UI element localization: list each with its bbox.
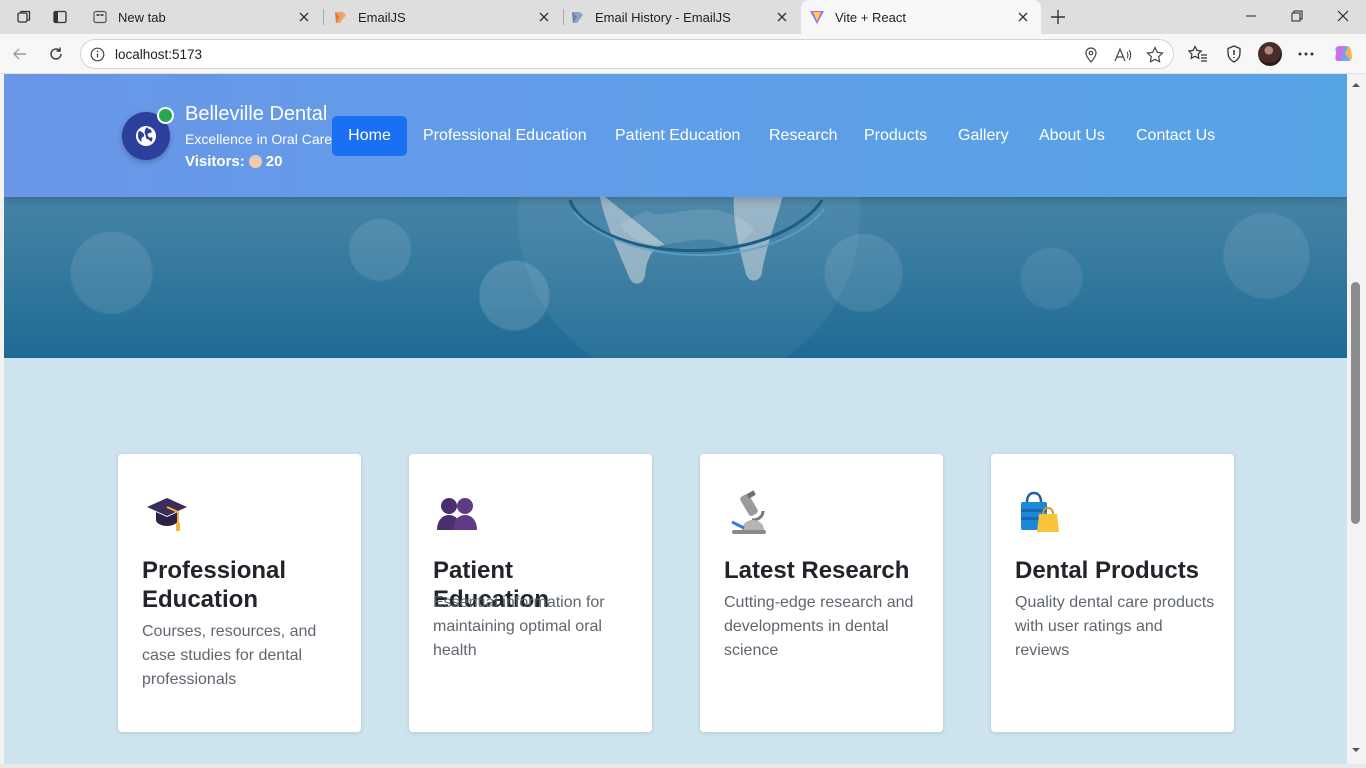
restore-button[interactable] xyxy=(1274,0,1320,32)
brand-tagline: Excellence in Oral Care xyxy=(185,131,333,147)
nav-contact-us[interactable]: Contact Us xyxy=(1136,116,1215,156)
feature-card-dental-products[interactable]: Dental Products Quality dental care prod… xyxy=(991,454,1234,732)
nav-label[interactable]: Research xyxy=(769,127,837,145)
minimize-button[interactable] xyxy=(1228,0,1274,32)
nav-label[interactable]: Professional Education xyxy=(423,127,587,145)
scroll-up-arrow-icon[interactable] xyxy=(1351,80,1361,90)
profile-avatar[interactable] xyxy=(1258,42,1282,66)
nav-label[interactable]: Home xyxy=(348,127,391,145)
visitors-count: 20 xyxy=(265,153,283,170)
tab-emailjs[interactable]: EmailJS xyxy=(324,0,562,34)
emailjs-icon xyxy=(332,9,348,25)
nav-label[interactable]: Patient Education xyxy=(615,127,740,145)
card-title: Professional Education xyxy=(142,557,287,613)
refresh-button[interactable] xyxy=(43,41,69,67)
site-header: Belleville Dental Excellence in Oral Car… xyxy=(4,74,1347,197)
feature-card-professional-education[interactable]: Professional Education Courses, resource… xyxy=(118,454,361,732)
vite-icon xyxy=(809,9,825,25)
scroll-down-arrow-icon[interactable] xyxy=(1351,745,1361,755)
shopping-bags-icon xyxy=(1021,491,1059,532)
visitors-label: Visitors: xyxy=(185,153,245,170)
card-description: Essential information for maintaining op… xyxy=(433,594,605,659)
tab-title: Email History - EmailJS xyxy=(595,9,731,25)
favorites-icon[interactable] xyxy=(1188,44,1208,64)
new-tab-icon xyxy=(92,9,108,25)
page-viewport: Belleville Dental Excellence in Oral Car… xyxy=(4,74,1347,764)
nav-label[interactable]: Contact Us xyxy=(1136,127,1215,145)
close-window-button[interactable] xyxy=(1320,0,1366,32)
nav-research[interactable]: Research xyxy=(769,116,837,156)
feature-card-patient-education[interactable]: Patient Education Essential information … xyxy=(409,454,652,732)
card-title: Dental Products xyxy=(1015,557,1200,584)
visitor-face-icon xyxy=(248,155,262,168)
browser-toolbar: localhost:5173 xyxy=(0,34,1366,74)
workspaces-icon[interactable] xyxy=(11,4,37,30)
nav-home[interactable]: Home xyxy=(332,116,407,156)
online-status-dot xyxy=(157,107,174,124)
globe-icon xyxy=(136,126,156,146)
feature-card-latest-research[interactable]: Latest Research Cutting-edge research an… xyxy=(700,454,943,732)
page-scrollbar[interactable] xyxy=(1347,74,1366,764)
tab-vite-react[interactable]: Vite + React xyxy=(801,0,1041,34)
tab-title: Vite + React xyxy=(835,9,906,25)
nav-label[interactable]: Gallery xyxy=(958,127,1009,145)
new-tab-button[interactable] xyxy=(1045,4,1071,30)
close-tab-icon[interactable] xyxy=(1015,9,1031,25)
nav-professional-education[interactable]: Professional Education xyxy=(423,116,587,156)
favorite-star-icon[interactable] xyxy=(1146,46,1164,64)
address-bar[interactable]: localhost:5173 xyxy=(80,39,1174,69)
nav-label[interactable]: Products xyxy=(864,127,927,145)
nav-label[interactable]: About Us xyxy=(1039,127,1105,145)
browser-essentials-icon[interactable] xyxy=(1224,44,1244,64)
visitor-counter: Visitors: 20 xyxy=(185,153,282,170)
tab-title: New tab xyxy=(118,9,166,25)
emailjs-icon xyxy=(569,9,585,25)
nav-products[interactable]: Products xyxy=(864,116,927,156)
site-info-icon[interactable] xyxy=(90,47,105,62)
nav-gallery[interactable]: Gallery xyxy=(958,116,1009,156)
copilot-icon[interactable] xyxy=(1333,44,1353,64)
nav-patient-education[interactable]: Patient Education xyxy=(615,116,740,156)
more-options-icon[interactable] xyxy=(1296,44,1316,64)
nav-about-us[interactable]: About Us xyxy=(1039,116,1105,156)
browser-tab-strip: New tab EmailJS Email History - EmailJS … xyxy=(0,0,1366,34)
vertical-tabs-icon[interactable] xyxy=(47,4,73,30)
microscope-icon xyxy=(731,490,766,534)
window-bottom-edge xyxy=(0,764,1366,768)
card-description: Courses, resources, and case studies for… xyxy=(142,623,317,688)
close-tab-icon[interactable] xyxy=(774,9,790,25)
tab-email-history[interactable]: Email History - EmailJS xyxy=(564,0,800,34)
tooth-illustration xyxy=(568,192,825,284)
scrollbar-thumb[interactable] xyxy=(1351,282,1360,524)
tab-title: EmailJS xyxy=(358,9,406,25)
close-tab-icon[interactable] xyxy=(536,9,552,25)
card-title: Latest Research xyxy=(724,557,910,584)
brand-name[interactable]: Belleville Dental xyxy=(185,103,327,126)
location-icon[interactable] xyxy=(1082,46,1100,64)
back-button[interactable] xyxy=(7,41,33,67)
close-tab-icon[interactable] xyxy=(296,9,312,25)
tab-new-tab[interactable]: New tab xyxy=(82,0,322,34)
card-description: Quality dental care products with user r… xyxy=(1015,594,1215,659)
read-aloud-icon[interactable] xyxy=(1114,46,1132,64)
graduation-cap-icon xyxy=(147,498,187,531)
people-icon xyxy=(437,498,477,530)
card-description: Cutting-edge research and developments i… xyxy=(724,594,914,659)
url-text: localhost:5173 xyxy=(115,47,203,62)
